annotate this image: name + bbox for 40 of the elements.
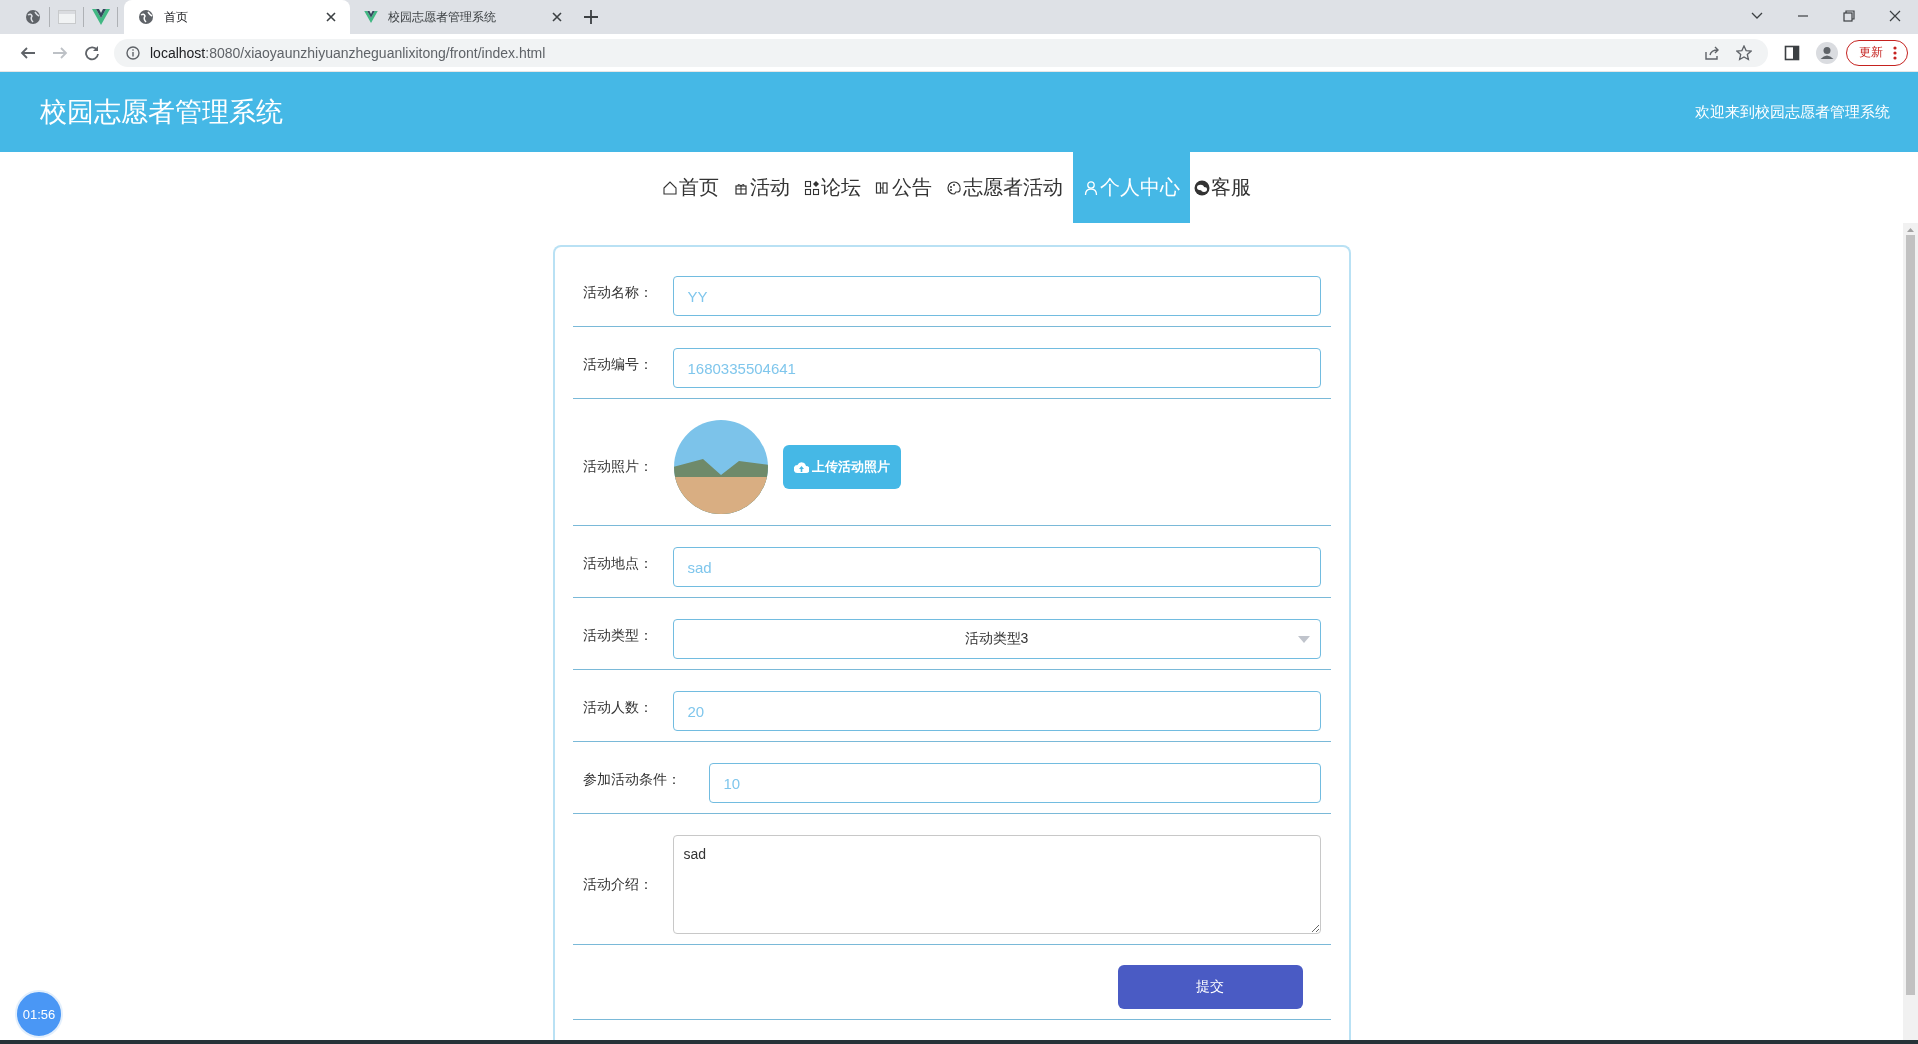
text-area[interactable]: sad [672,835,1321,934]
browser-tab[interactable]: 校园志愿者管理系统 [350,0,576,34]
submit-button[interactable]: 提交 [1117,965,1303,1009]
caret-icon [1297,636,1310,643]
nav-link[interactable]: 论坛 [799,152,871,223]
plus-icon[interactable] [584,10,598,24]
info-icon[interactable] [126,45,140,60]
nav-link[interactable]: 客服 [1189,152,1261,223]
bars-icon [874,179,891,196]
profile-icon[interactable] [1816,41,1838,64]
timer-badge: 01:56 [15,990,63,1038]
field-label: 参加活动条件： [582,770,682,789]
nav-link[interactable]: 活动 [728,152,800,223]
welcome-text: 欢迎来到校园志愿者管理系统 [1695,102,1890,122]
site-title: 校园志愿者管理系统 [40,96,283,129]
grid-icon [803,179,820,196]
scrollbar[interactable] [1903,223,1918,1041]
nav-link[interactable]: 首页 [657,152,729,223]
url-text: localhost:8080/xiaoyaunzhiyuanzheguanlixitong/front/index.html [150,44,546,61]
vue-logo-icon [364,11,378,23]
field-label: 活动人数： [582,698,654,717]
field-label: 活动编号： [582,355,654,374]
field-label: 活动照片： [582,458,654,476]
user-icon [1082,179,1099,196]
field-label: 活动介绍： [582,875,654,894]
dropdown[interactable]: 活动类型3 [672,619,1321,659]
globe-icon [138,9,154,25]
cloud-upload-icon [793,461,809,473]
house-icon [661,179,678,196]
nav-link[interactable]: 公告 [870,152,942,223]
update-button[interactable]: 更新 [1846,39,1908,66]
palette-icon [945,179,962,196]
chat-icon [1193,179,1210,196]
field-label: 活动名称： [582,283,654,302]
browser-tab[interactable]: 首页 [124,0,350,34]
address-bar[interactable]: localhost:8080/xiaoyaunzhiyuanzheguanlixitong/front/index.html [114,38,1768,67]
field-label: 活动地点： [582,554,654,573]
field-label: 活动类型： [582,626,654,645]
nav-link[interactable]: 志愿者活动 [941,152,1073,223]
more-icon [1893,45,1897,60]
